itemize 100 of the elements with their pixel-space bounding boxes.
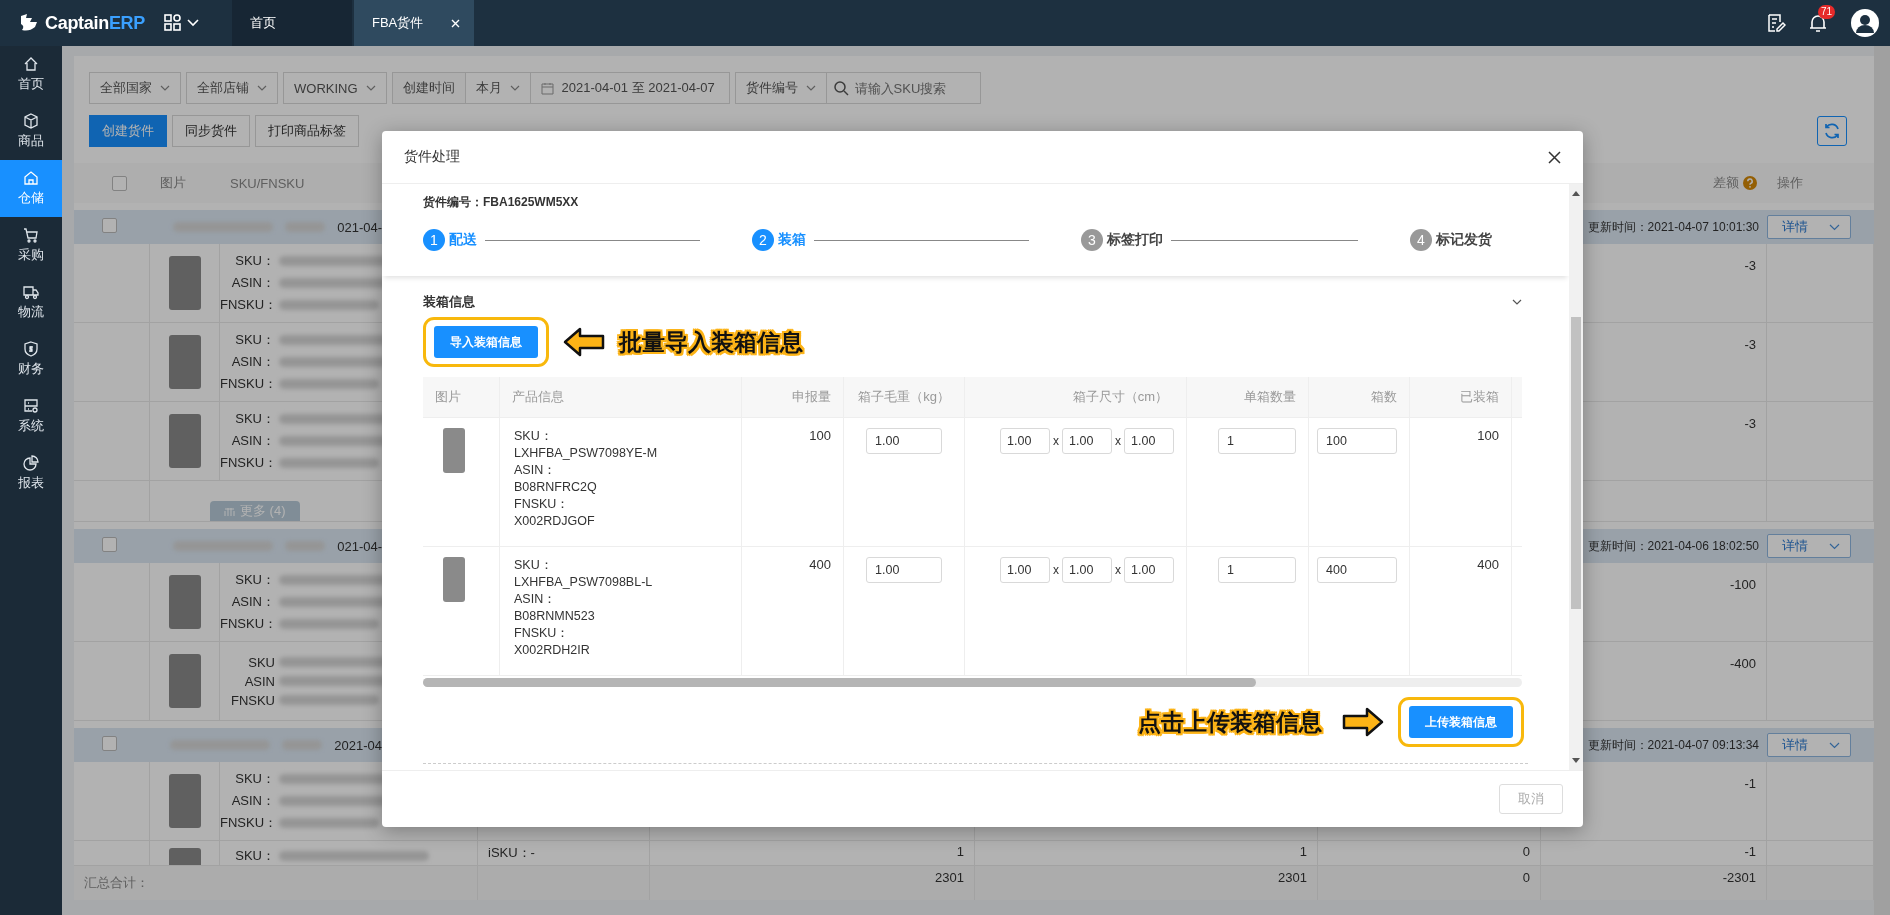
caret-icon[interactable] — [160, 85, 170, 91]
details-dropdown[interactable]: 详情 — [1767, 215, 1851, 239]
column-header: 图片 — [160, 174, 186, 192]
input-field[interactable]: 1.00 — [866, 557, 942, 583]
dialog-title: 货件处理 — [404, 148, 460, 166]
help-icon[interactable] — [1743, 176, 1757, 190]
bell-icon[interactable] — [1808, 13, 1828, 33]
sidebar-item[interactable]: 商品 — [0, 103, 62, 160]
input-field[interactable]: 1.00 — [1000, 557, 1050, 583]
table-cell: -3 — [1744, 337, 1756, 352]
photo-placeholder — [443, 428, 465, 473]
field-label: ASIN： — [230, 792, 275, 810]
separator-text: x — [1053, 562, 1059, 579]
table-cell: 1 — [956, 844, 964, 859]
input-field[interactable]: 1.00 — [1124, 428, 1174, 454]
column-header: 图片 — [435, 388, 461, 406]
input-field[interactable]: 400 — [1317, 557, 1397, 583]
logo-icon — [18, 12, 40, 34]
sidebar-item[interactable]: 首页 — [0, 46, 62, 103]
table-cell: 2301 — [935, 870, 964, 885]
column-header: 已装箱 — [1460, 388, 1499, 406]
caret-icon[interactable] — [509, 85, 520, 91]
caret-icon[interactable] — [805, 85, 816, 91]
scroll-down-icon[interactable] — [1572, 758, 1580, 764]
sidebar-item[interactable]: 系统 — [0, 388, 62, 445]
select-field[interactable]: WORKING — [283, 72, 387, 104]
table-cell-text: iSKU：- — [487, 844, 535, 862]
summary-label: 汇总合计： — [84, 874, 149, 892]
input-field[interactable]: 1.00 — [1000, 428, 1050, 454]
photo-placeholder — [168, 414, 201, 468]
field-label: FNSKU： — [220, 375, 275, 393]
annotation-text: 批量导入装箱信息 — [619, 327, 803, 357]
photo-placeholder — [168, 575, 201, 629]
search-field[interactable]: 请输入SKU搜索 — [825, 72, 981, 104]
photo-placeholder — [168, 654, 201, 708]
photo-placeholder — [168, 335, 201, 389]
filter-label: 创建时间 — [391, 72, 466, 104]
details-dropdown[interactable]: 详情 — [1767, 733, 1851, 757]
checkbox[interactable] — [102, 736, 117, 751]
step-number: 3 — [1081, 229, 1103, 251]
input-field[interactable]: 1 — [1218, 428, 1296, 454]
bars-icon — [224, 505, 235, 517]
search-icon[interactable] — [833, 81, 849, 96]
refresh-button[interactable] — [1817, 116, 1847, 146]
notification-badge: 71 — [1818, 5, 1836, 19]
table-cell: -2301 — [1722, 870, 1756, 885]
sidebar-item[interactable]: 采购 — [0, 217, 62, 274]
table-cell: -3 — [1744, 416, 1756, 431]
tab[interactable]: FBA货件 — [354, 0, 474, 46]
column-header: 产品信息 — [512, 388, 564, 406]
step-label: 配送 — [449, 231, 477, 249]
select-field[interactable]: 全部国家 — [89, 72, 181, 104]
caret-icon[interactable] — [1829, 741, 1840, 749]
input-field[interactable]: 1.00 — [866, 428, 942, 454]
arrow-left-icon — [563, 327, 605, 357]
field-label: SKU — [247, 654, 275, 670]
details-dropdown[interactable]: 详情 — [1767, 534, 1851, 558]
home-icon — [23, 56, 39, 72]
input-field[interactable]: 1 — [1218, 557, 1296, 583]
chevron-down-icon[interactable] — [1512, 299, 1522, 305]
sidebar-item[interactable]: 报表 — [0, 445, 62, 502]
shield-icon — [23, 341, 39, 357]
step-number: 4 — [1410, 229, 1432, 251]
input-field[interactable]: 1.00 — [1124, 557, 1174, 583]
shipment-number: 货件编号：FBA1625WM5XX — [423, 194, 580, 211]
checkbox[interactable] — [112, 175, 127, 191]
select-field[interactable]: 本月 — [464, 72, 531, 104]
server-icon — [23, 398, 39, 414]
field-label: ASIN： — [230, 353, 275, 371]
sidebar-item[interactable]: 财务 — [0, 331, 62, 388]
caret-icon[interactable] — [1829, 223, 1840, 231]
sidebar-item[interactable]: 物流 — [0, 274, 62, 331]
notes-icon[interactable] — [1766, 13, 1786, 33]
separator-text: x — [1115, 433, 1121, 450]
field-label: FNSKU： — [220, 454, 275, 472]
refresh-icon[interactable] — [1823, 122, 1841, 140]
scrollbar[interactable] — [423, 678, 1522, 687]
step-label: 标记发货 — [1436, 231, 1492, 249]
caret-icon[interactable] — [257, 85, 267, 91]
avatar[interactable] — [1850, 8, 1880, 38]
separator-text: x — [1115, 562, 1121, 579]
checkbox[interactable] — [102, 218, 117, 233]
scroll-up-icon[interactable] — [1572, 190, 1580, 196]
action-button[interactable]: 同步货件 — [172, 115, 250, 147]
caret-icon[interactable] — [365, 85, 376, 91]
scrollbar[interactable] — [1874, 46, 1890, 915]
scrollbar[interactable] — [1569, 184, 1583, 770]
table-cell: -1 — [1744, 844, 1756, 859]
input-field[interactable]: 1.00 — [1062, 557, 1112, 583]
tab[interactable]: 首页 — [232, 0, 352, 46]
input-field[interactable]: 1.00 — [1062, 428, 1112, 454]
input-field[interactable]: 100 — [1317, 428, 1397, 454]
update-time: 更新时间：2021-04-07 10:01:30 — [1587, 218, 1760, 236]
checkbox[interactable] — [102, 537, 117, 552]
date-range-field[interactable]: 2021-04-01 至 2021-04-07 — [529, 72, 730, 104]
column-header: 箱子毛重（kg） — [858, 388, 950, 406]
action-button[interactable]: 打印商品标签 — [255, 115, 359, 147]
step-label: 标签打印 — [1107, 231, 1163, 249]
caret-icon[interactable] — [1829, 542, 1840, 550]
select-field[interactable]: 全部店铺 — [186, 72, 278, 104]
